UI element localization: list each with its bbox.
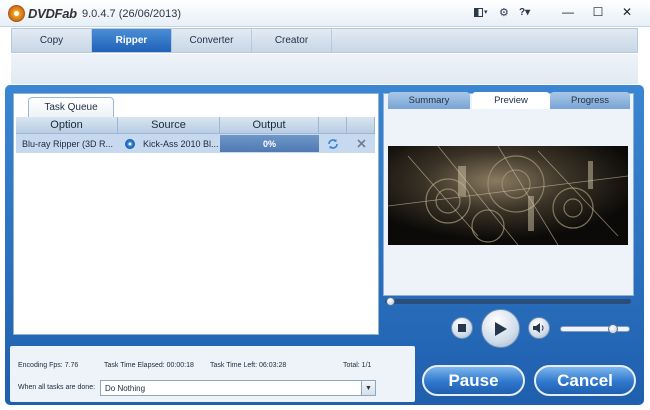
bluray-disc-icon (125, 138, 135, 149)
task-total: Total: 1/1 (343, 362, 372, 369)
cancel-button[interactable]: Cancel (534, 365, 636, 396)
settings-button[interactable]: ⚙ (499, 5, 509, 19)
tab-ripper[interactable]: Ripper (92, 29, 172, 52)
column-header-source[interactable]: Source (118, 117, 220, 134)
chevron-down-icon: ▼ (361, 381, 375, 395)
tab-copy[interactable]: Copy (12, 29, 92, 52)
tab-summary[interactable]: Summary (388, 92, 470, 109)
pause-button[interactable]: Pause (422, 365, 525, 396)
column-header-remove (347, 117, 375, 134)
after-done-label: When all tasks are done: (18, 384, 96, 391)
remove-task-button[interactable] (355, 134, 367, 153)
remove-icon (356, 139, 366, 148)
maximize-button[interactable]: ☐ (587, 3, 609, 21)
column-header-output[interactable]: Output (220, 117, 319, 134)
play-icon (494, 321, 507, 336)
app-version: 9.0.4.7 (26/06/2013) (82, 8, 182, 20)
seek-handle[interactable] (386, 297, 395, 306)
play-button[interactable] (481, 309, 520, 348)
minimize-button[interactable]: — (557, 3, 579, 21)
volume-slider[interactable] (560, 326, 630, 332)
tab-converter[interactable]: Converter (172, 29, 252, 52)
maximize-icon: ☐ (592, 5, 604, 19)
gear-icon: ⚙ (499, 6, 509, 19)
minimize-icon: — (562, 5, 574, 19)
mode-tab-bar: Copy Ripper Converter Creator (11, 28, 638, 53)
stop-icon (458, 324, 466, 332)
tab-progress[interactable]: Progress (550, 92, 630, 109)
close-button[interactable]: ✕ (616, 3, 638, 21)
refresh-task-button[interactable] (326, 134, 340, 153)
row-source: Kick-Ass 2010 Bl... (125, 134, 219, 153)
tab-task-queue[interactable]: Task Queue (28, 97, 114, 117)
time-elapsed: Task Time Elapsed: 00:00:18 (104, 362, 194, 369)
speaker-icon (533, 323, 544, 333)
time-left: Task Time Left: 06:03:28 (210, 362, 287, 369)
video-preview-image (388, 146, 628, 245)
layout-menu-caret: ▾ (484, 9, 488, 16)
row-option: Blu-ray Ripper (3D R... (22, 138, 114, 149)
tab-preview[interactable]: Preview (472, 92, 550, 109)
volume-button[interactable] (528, 317, 550, 339)
after-done-select[interactable]: Do Nothing ▼ (100, 380, 376, 396)
close-icon: ✕ (621, 5, 633, 19)
after-done-value: Do Nothing (105, 383, 146, 393)
refresh-icon (328, 138, 338, 149)
tab-creator[interactable]: Creator (252, 29, 332, 52)
toolbar-strip (11, 54, 638, 84)
dvdfab-logo-icon (8, 5, 25, 22)
layout-icon (474, 7, 483, 17)
row-output-progress: 0% (220, 135, 319, 152)
help-menu-button[interactable]: ?▾ (519, 5, 530, 19)
layout-menu-button[interactable]: ▾ (474, 5, 488, 19)
encoding-fps: Encoding Fps: 7.76 (18, 362, 79, 369)
column-header-option[interactable]: Option (16, 117, 118, 134)
seek-bar[interactable] (385, 299, 631, 304)
title-bar: DVDFab 9.0.4.7 (26/06/2013) ▾ ⚙ ?▾ — ☐ ✕ (0, 0, 650, 27)
row-source-label: Kick-Ass 2010 Bl... (143, 138, 219, 149)
volume-handle[interactable] (608, 324, 618, 334)
help-icon: ?▾ (519, 6, 531, 18)
app-logo-text: DVDFab (28, 6, 77, 21)
stop-button[interactable] (451, 317, 473, 339)
column-header-refresh (319, 117, 347, 134)
